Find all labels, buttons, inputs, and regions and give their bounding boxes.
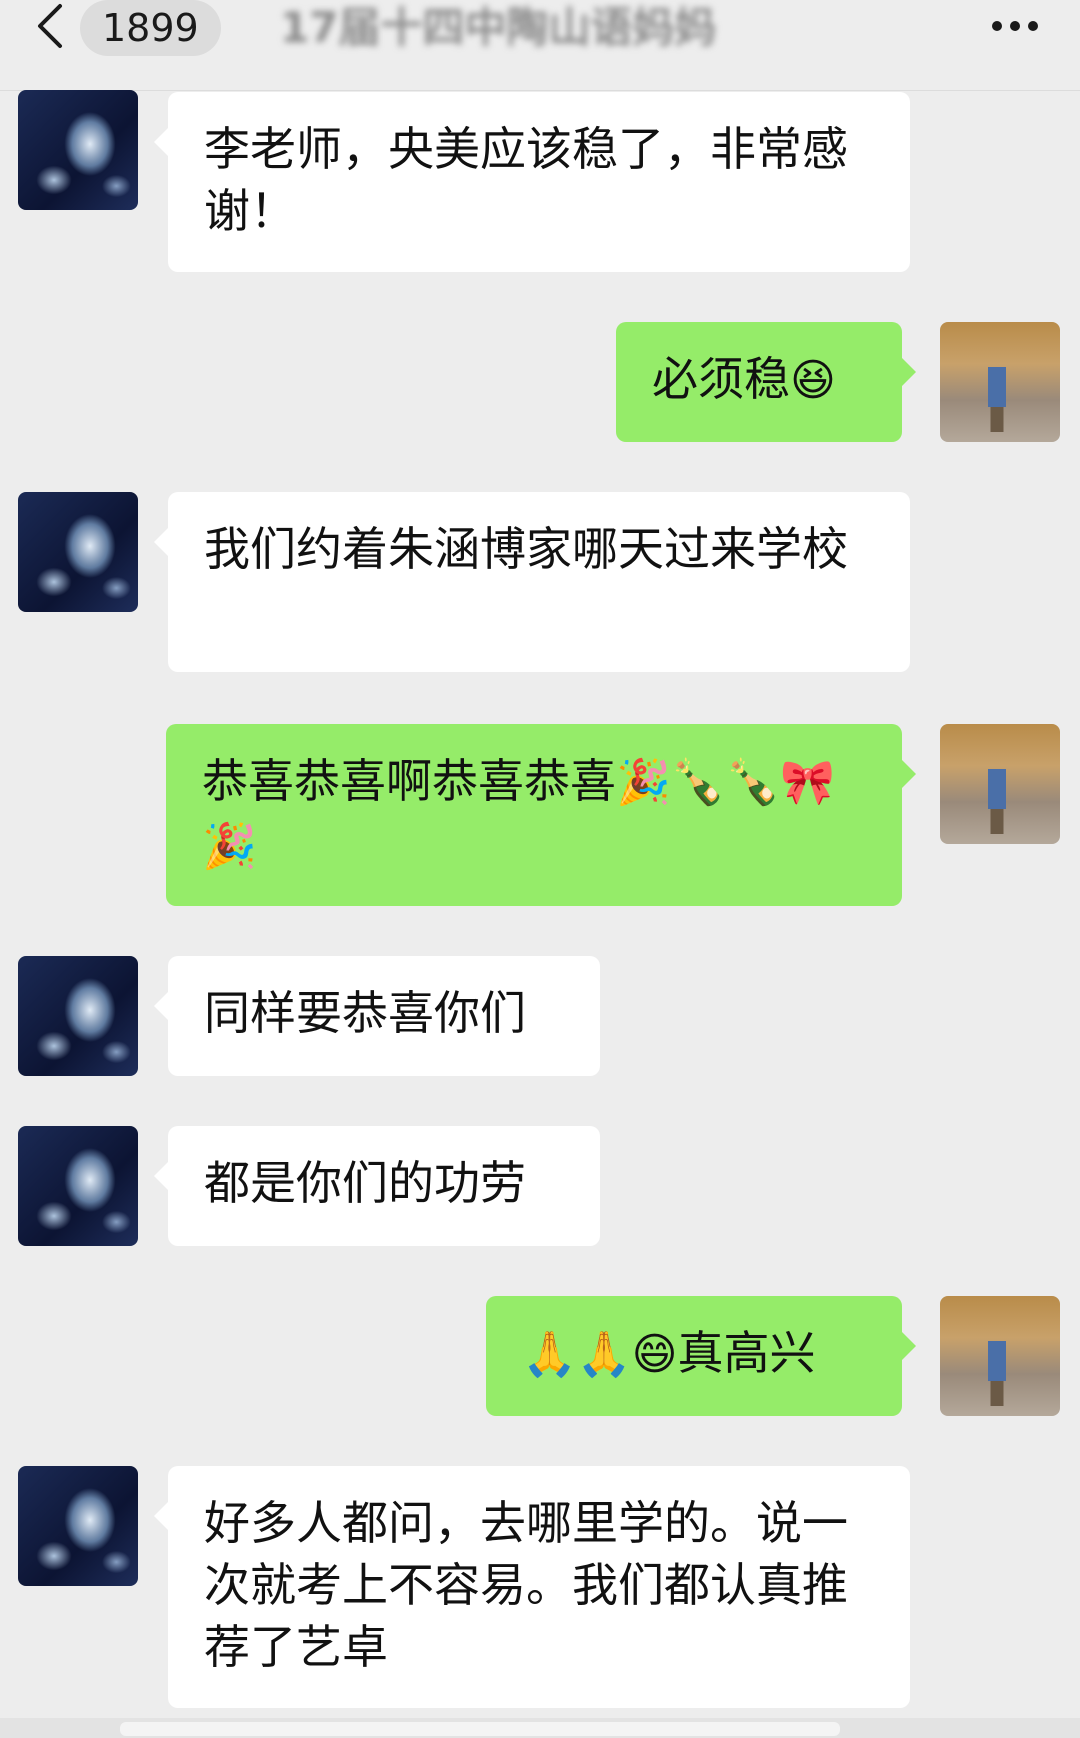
message-bubble-outgoing[interactable]: 必须稳😆 bbox=[616, 322, 916, 442]
more-options-button[interactable] bbox=[980, 6, 1050, 46]
message-text: 我们约着朱涵博家哪天过来学校 bbox=[204, 522, 848, 576]
message-bubble-incoming[interactable]: 好多人都问，去哪里学的。说一次就考上不容易。我们都认真推荐了艺卓 bbox=[154, 1466, 910, 1708]
more-dot-icon bbox=[992, 21, 1002, 31]
chat-header: 1899 17届十四中陶山语妈妈 bbox=[0, 0, 1080, 91]
contact-avatar[interactable] bbox=[18, 956, 138, 1076]
message-bubble-incoming[interactable]: 我们约着朱涵博家哪天过来学校 bbox=[154, 492, 910, 672]
grinning-emoji-icon: 😆 bbox=[790, 355, 836, 406]
message-text: 必须稳 bbox=[652, 352, 790, 406]
message-text: 真高兴 bbox=[677, 1326, 816, 1380]
contact-avatar[interactable] bbox=[18, 1466, 138, 1586]
message-text: 都是你们的功劳 bbox=[204, 1156, 526, 1210]
message-bubble-outgoing[interactable]: 🙏🙏😄真高兴 bbox=[486, 1296, 916, 1416]
message-bubble-incoming[interactable]: 都是你们的功劳 bbox=[154, 1126, 600, 1246]
user-avatar[interactable] bbox=[940, 724, 1060, 844]
unread-count-badge[interactable]: 1899 bbox=[80, 0, 221, 56]
user-avatar[interactable] bbox=[940, 1296, 1060, 1416]
contact-avatar[interactable] bbox=[18, 1126, 138, 1246]
more-dot-icon bbox=[1010, 21, 1020, 31]
praying-hands-emoji-icon: 🙏🙏😄 bbox=[522, 1329, 678, 1380]
message-bubble-incoming[interactable]: 李老师，央美应该稳了，非常感谢！ bbox=[154, 92, 910, 272]
more-dot-icon bbox=[1028, 21, 1038, 31]
input-field-edge[interactable] bbox=[120, 1722, 840, 1736]
message-text: 好多人都问，去哪里学的。说一次就考上不容易。我们都认真推荐了艺卓 bbox=[204, 1496, 848, 1674]
chevron-left-icon bbox=[38, 4, 62, 48]
message-text: 同样要恭喜你们 bbox=[204, 986, 526, 1040]
chat-title: 17届十四中陶山语妈妈 bbox=[280, 3, 717, 52]
message-bubble-outgoing[interactable]: 恭喜恭喜啊恭喜恭喜🎉🍾🍾🎀🎉 bbox=[166, 724, 916, 906]
user-avatar[interactable] bbox=[940, 322, 1060, 442]
back-button[interactable] bbox=[30, 2, 70, 50]
contact-avatar[interactable] bbox=[18, 90, 138, 210]
input-area-edge bbox=[0, 1718, 1080, 1738]
contact-avatar[interactable] bbox=[18, 492, 138, 612]
message-text: 李老师，央美应该稳了，非常感谢！ bbox=[204, 122, 848, 238]
message-text: 恭喜恭喜啊恭喜恭喜 bbox=[202, 754, 616, 808]
message-bubble-incoming[interactable]: 同样要恭喜你们 bbox=[154, 956, 600, 1076]
